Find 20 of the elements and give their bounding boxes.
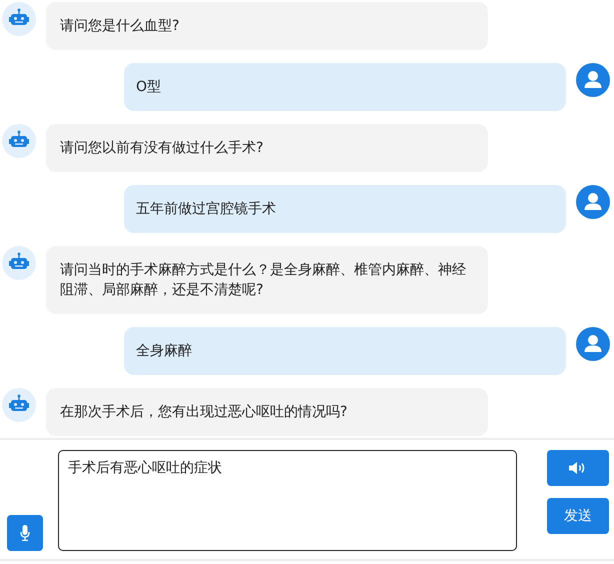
microphone-icon [20, 525, 30, 541]
robot-avatar-icon [2, 2, 36, 36]
user-message: O型 [124, 63, 566, 111]
bot-message: 请问当时的手术麻醉方式是什么？是全身麻醉、椎管内麻醉、神经阻滞、局部麻醉，还是不清楚呢? [46, 246, 488, 314]
bot-message: 请问您是什么血型? [46, 2, 488, 50]
speaker-button[interactable] [547, 450, 609, 486]
robot-avatar-icon [2, 124, 36, 158]
user-message: 五年前做过宫腔镜手术 [124, 185, 566, 233]
speaker-icon [569, 461, 587, 475]
bot-message: 在那次手术后，您有出现过恶心呕吐的情况吗? [46, 388, 488, 436]
user-avatar-icon [576, 327, 610, 361]
microphone-button[interactable] [7, 515, 43, 551]
message-input-field[interactable]: 手术后有恶心呕吐的症状 [58, 450, 517, 551]
bot-message: 请问您以前有没有做过什么手术? [46, 124, 488, 172]
user-avatar-icon [576, 185, 610, 219]
robot-avatar-icon [2, 388, 36, 422]
user-avatar-icon [576, 63, 610, 97]
user-message: 全身麻醉 [124, 327, 566, 375]
robot-avatar-icon [2, 246, 36, 280]
send-button[interactable]: 发送 [547, 498, 609, 534]
